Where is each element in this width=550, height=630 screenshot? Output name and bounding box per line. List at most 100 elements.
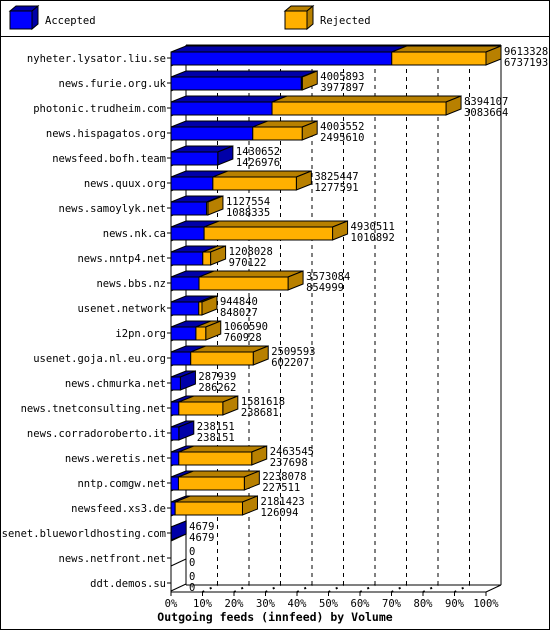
category-label: news.weretis.net <box>65 453 166 465</box>
x-tick-label: 30% <box>256 598 276 610</box>
category-label: news.furie.org.uk <box>59 78 167 90</box>
value-label-accepted: 286262 <box>198 382 236 394</box>
floor-tick <box>265 584 281 593</box>
bar-accepted <box>170 376 181 391</box>
bar-rejected <box>300 76 303 91</box>
legend-label-rejected: Rejected <box>320 15 371 27</box>
value-label-accepted: 760928 <box>224 332 262 344</box>
bar-rejected <box>202 251 212 266</box>
category-label: usenet.goja.nl.eu.org <box>33 353 166 365</box>
value-label-accepted: 238151 <box>197 432 235 444</box>
category-label: usenet.blueworldhosting.com <box>0 528 166 540</box>
floor-tick <box>422 584 439 593</box>
category-label: news.quux.org <box>84 178 166 190</box>
bar-group <box>170 345 269 366</box>
x-tick-label: 10% <box>193 598 213 610</box>
bar-accepted-top <box>170 45 407 53</box>
bar-rejected <box>195 326 207 341</box>
legend-swatch-front <box>284 10 308 30</box>
bar-accepted <box>170 101 273 116</box>
legend-label-accepted: Accepted <box>45 15 96 27</box>
bar-accepted <box>170 76 302 91</box>
x-tick-label: 90% <box>445 598 465 610</box>
category-label: nntp.comgw.net <box>77 478 166 490</box>
bar-group <box>170 170 312 191</box>
bar-group <box>170 395 239 416</box>
bar-rejected-top <box>212 170 312 178</box>
category-label: news.nntp4.net <box>77 253 166 265</box>
value-label-accepted: 1010892 <box>351 232 395 244</box>
x-tick-label: 20% <box>225 598 245 610</box>
bar-rejected <box>178 401 224 416</box>
bar-accepted <box>170 451 180 466</box>
bar-group <box>170 70 318 91</box>
bar-group <box>170 95 462 116</box>
x-tick-label: 70% <box>382 598 402 610</box>
value-label-accepted: 2495610 <box>320 132 364 144</box>
bar-group <box>170 295 218 316</box>
row-floor-line <box>170 583 187 592</box>
category-label: news.netfront.net <box>59 553 166 565</box>
floor-tick <box>328 584 344 593</box>
value-label-accepted: 4679 <box>189 532 214 544</box>
value-label-accepted: 1426976 <box>236 157 280 169</box>
bar-rejected-top <box>198 270 304 278</box>
bar-group <box>170 270 304 291</box>
x-tick-label: 80% <box>414 598 434 610</box>
bar-rejected <box>198 301 203 316</box>
legend-swatch-accepted <box>8 4 40 31</box>
bar-accepted <box>170 351 192 366</box>
bar-group <box>170 245 227 266</box>
bar-rejected <box>212 176 297 191</box>
bar-rejected <box>203 226 334 241</box>
bar-rejected <box>252 126 303 141</box>
bar-accepted <box>170 326 197 341</box>
category-label: news.chmurka.net <box>65 378 166 390</box>
bar-rejected <box>198 276 289 291</box>
bar-rejected <box>391 51 487 66</box>
category-label: news.tnetconsulting.net <box>21 403 166 415</box>
bar-rejected <box>190 351 254 366</box>
bar-group <box>170 495 258 516</box>
value-label-accepted: 126094 <box>260 507 298 519</box>
category-label: nyheter.lysator.liu.se <box>27 53 166 65</box>
category-label: i2pn.org <box>115 328 166 340</box>
floor-right-edge <box>485 584 502 593</box>
bar-rejected <box>174 501 243 516</box>
bar-rejected <box>206 201 209 216</box>
bar-accepted <box>170 251 204 266</box>
bar-rejected-top <box>271 95 462 103</box>
bar-group <box>170 420 195 441</box>
value-label-accepted: 848027 <box>220 307 258 319</box>
bar-group <box>170 120 318 141</box>
category-label: news.bbs.nz <box>96 278 166 290</box>
bar-rejected <box>178 451 253 466</box>
value-label-accepted: 602207 <box>271 357 309 369</box>
category-label: ddt.demos.su <box>90 578 166 590</box>
floor-tick <box>202 584 218 593</box>
x-tick-label: 50% <box>319 598 339 610</box>
value-label-accepted: 3977897 <box>320 82 364 94</box>
bar-accepted <box>170 476 179 491</box>
value-label-accepted: 0 <box>189 582 195 594</box>
bar-accepted <box>170 276 200 291</box>
floor-tick <box>296 584 313 593</box>
x-tick-label: 0% <box>165 598 178 610</box>
value-label-accepted: 1088335 <box>226 207 270 219</box>
bar-group <box>170 320 222 341</box>
bar-group <box>170 45 502 66</box>
legend-swatch-rejected <box>283 4 315 31</box>
bar-group <box>170 520 187 541</box>
x-tick-label: 60% <box>351 598 371 610</box>
category-label: newsfeed.bofh.team <box>52 153 166 165</box>
category-label: news.samoylyk.net <box>59 203 166 215</box>
innfeed-volume-chart: Accepted Rejected 0% 10% 20% 30% 40% 50% 60% 70% 8… <box>0 4 550 624</box>
bar-accepted <box>170 51 393 66</box>
x-tick-label: 40% <box>288 598 308 610</box>
bar-rejected-top <box>203 220 348 228</box>
bar-accepted-top <box>170 70 317 78</box>
legend-swatch-front <box>9 10 33 30</box>
category-label: news.nk.ca <box>103 228 166 240</box>
floor-tick <box>233 584 250 593</box>
bar-accepted <box>170 201 208 216</box>
